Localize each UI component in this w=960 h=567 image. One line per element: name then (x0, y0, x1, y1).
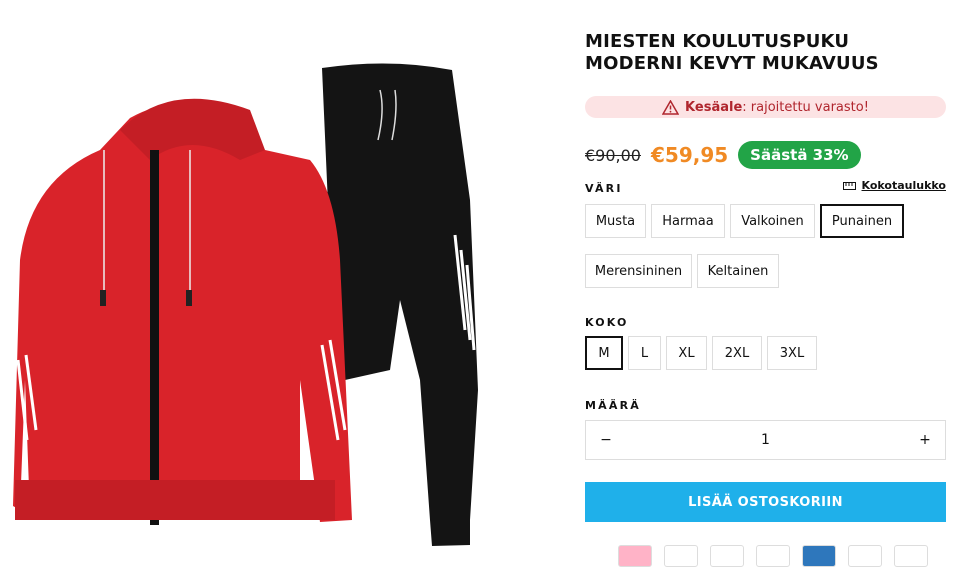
visa-icon (710, 545, 744, 567)
ruler-icon (842, 181, 856, 190)
size-option-2xl[interactable]: 2XL (712, 336, 762, 370)
add-to-cart-button[interactable]: LISÄÄ OSTOSKORIIN (585, 482, 946, 522)
color-label: VÄRI (585, 182, 623, 195)
payment-icons (618, 545, 928, 567)
sale-banner: Kesäale: rajoitettu varasto! (585, 96, 946, 118)
quantity-stepper: − 1 + (585, 420, 946, 460)
old-price: €90,00 (585, 145, 641, 165)
size-label: KOKO (585, 316, 629, 329)
paypal-icon (848, 545, 882, 567)
product-image (0, 0, 560, 558)
quantity-label: MÄÄRÄ (585, 399, 641, 412)
product-title: MIESTEN KOULUTUSPUKU MODERNI KEVYT MUKAV… (585, 31, 879, 74)
color-option-punainen[interactable]: Punainen (820, 204, 904, 238)
color-option-valkoinen[interactable]: Valkoinen (730, 204, 815, 238)
sale-price: €59,95 (650, 143, 729, 167)
color-option-harmaa[interactable]: Harmaa (651, 204, 725, 238)
size-option-l[interactable]: L (628, 336, 661, 370)
amex-icon (802, 545, 836, 567)
bank-icon (664, 545, 698, 567)
color-option-merensininen[interactable]: Merensininen (585, 254, 692, 288)
discount-badge: Säästä 33% (738, 141, 861, 169)
color-option-musta[interactable]: Musta (585, 204, 646, 238)
mastercard-icon (756, 545, 790, 567)
quantity-input[interactable]: 1 (746, 432, 786, 448)
size-option-xl[interactable]: XL (666, 336, 707, 370)
size-chart-link[interactable]: Kokotaulukko (842, 179, 946, 192)
increase-button[interactable]: + (905, 432, 945, 448)
size-chart-label: Kokotaulukko (861, 179, 946, 192)
gpay-icon (894, 545, 928, 567)
banner-strong: Kesäale (685, 99, 743, 115)
klarna-icon (618, 545, 652, 567)
size-option-3xl[interactable]: 3XL (767, 336, 817, 370)
color-option-keltainen[interactable]: Keltainen (697, 254, 779, 288)
price-row: €90,00 €59,95 Säästä 33% (585, 141, 861, 169)
size-option-m[interactable]: M (585, 336, 623, 370)
decrease-button[interactable]: − (586, 432, 626, 448)
warning-icon (662, 99, 680, 115)
banner-text: : rajoitettu varasto! (742, 99, 869, 115)
